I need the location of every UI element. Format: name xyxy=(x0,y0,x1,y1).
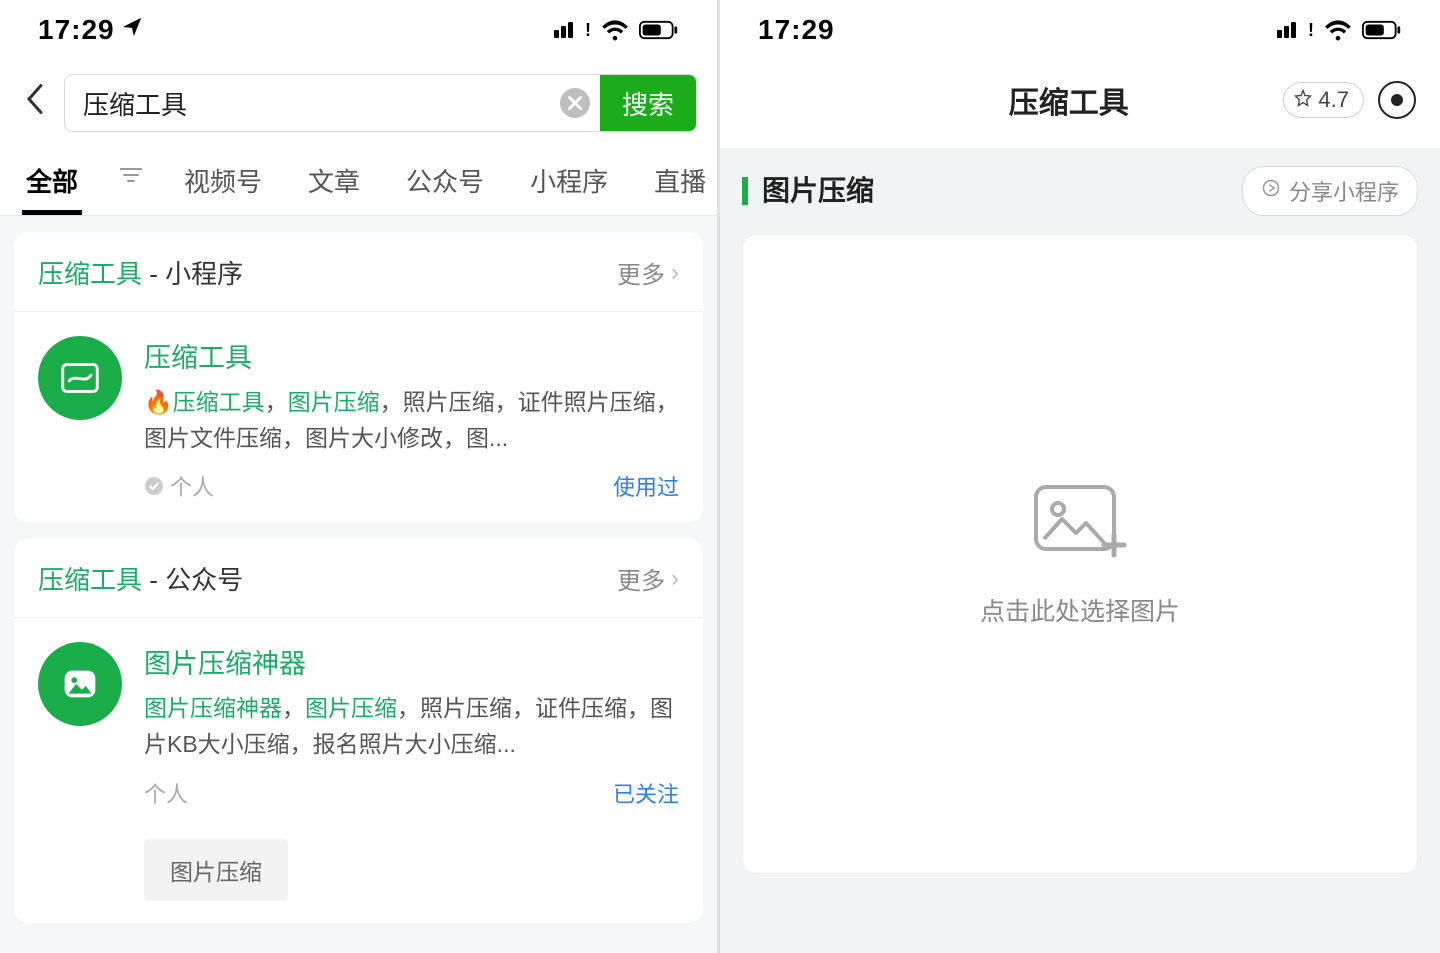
card-keyword: 压缩工具 xyxy=(38,565,142,595)
status-right-icons: ! xyxy=(554,19,679,41)
result-source: 个人 xyxy=(144,777,188,809)
tab-channels[interactable]: 视频号 xyxy=(180,152,266,215)
result-description: 图片压缩神器，图片压缩，照片压缩，证件压缩，图片KB大小压缩，报名照片大小压缩.… xyxy=(144,691,679,762)
result-meta: 个人 使用过 xyxy=(144,470,679,502)
status-right-icons: ! xyxy=(1277,19,1402,41)
filter-icon[interactable] xyxy=(120,164,142,204)
search-button[interactable]: 搜索 xyxy=(600,75,696,131)
share-button[interactable]: 分享小程序 xyxy=(1242,166,1418,216)
followed-badge: 已关注 xyxy=(613,777,679,809)
signal-excl-icon: ! xyxy=(1308,20,1314,41)
dot-icon xyxy=(1391,94,1403,106)
more-link[interactable]: 更多› xyxy=(617,255,679,290)
result-title: 图片压缩神器 xyxy=(144,642,679,681)
status-bar-right: 17:29 ! xyxy=(720,0,1440,60)
card-suffix: - 公众号 xyxy=(142,565,243,595)
chevron-right-icon: › xyxy=(671,565,679,593)
result-card-official: 压缩工具 - 公众号 更多› 图片压缩神器 图片压缩神器，图片压缩，照片压缩，证… xyxy=(14,538,703,922)
back-button[interactable] xyxy=(20,84,50,123)
miniprogram-body: 图片压缩 分享小程序 点击此处选择图片 xyxy=(720,148,1440,892)
wifi-icon xyxy=(601,19,629,41)
clear-input-button[interactable] xyxy=(560,88,590,118)
share-icon xyxy=(1261,178,1281,204)
phone-right-miniprogram: 17:29 ! 压缩工具 4.7 xyxy=(720,0,1440,953)
battery-icon xyxy=(639,20,679,40)
card-header[interactable]: 压缩工具 - 公众号 更多› xyxy=(14,538,703,618)
result-body: 图片压缩神器 图片压缩神器，图片压缩，照片压缩，证件压缩，图片KB大小压缩，报名… xyxy=(144,642,679,808)
tabs-row: 全部 视频号 文章 公众号 小程序 直播 xyxy=(0,146,717,216)
rating-value: 4.7 xyxy=(1318,87,1349,113)
tab-articles[interactable]: 文章 xyxy=(304,152,364,215)
phone-left-search: 17:29 ! 搜索 全部 xyxy=(0,0,720,953)
verified-icon xyxy=(144,476,164,496)
result-source: 个人 xyxy=(144,470,214,502)
share-label: 分享小程序 xyxy=(1289,175,1399,207)
used-badge: 使用过 xyxy=(613,470,679,502)
search-box: 搜索 xyxy=(64,74,697,132)
search-header: 搜索 xyxy=(0,60,717,146)
star-icon xyxy=(1294,87,1312,113)
chevron-right-icon: › xyxy=(671,259,679,287)
card-keyword: 压缩工具 xyxy=(38,259,142,289)
tab-miniprogram[interactable]: 小程序 xyxy=(526,152,612,215)
section-title: 图片压缩 xyxy=(742,177,874,205)
status-time: 17:29 xyxy=(38,14,143,46)
result-card-miniprogram: 压缩工具 - 小程序 更多› 压缩工具 🔥压缩工具，图片压缩，照片压缩，证件照片… xyxy=(14,232,703,522)
rating-pill[interactable]: 4.7 xyxy=(1283,82,1364,118)
tab-live[interactable]: 直播 xyxy=(650,152,710,215)
status-bar-left: 17:29 ! xyxy=(0,0,717,60)
card-header[interactable]: 压缩工具 - 小程序 更多› xyxy=(14,232,703,312)
result-title: 压缩工具 xyxy=(144,336,679,375)
signal-icon xyxy=(554,22,573,38)
signal-icon xyxy=(1277,22,1296,38)
miniprogram-title: 压缩工具 xyxy=(854,78,1283,122)
miniprogram-header: 压缩工具 4.7 xyxy=(720,60,1440,148)
app-icon xyxy=(38,642,122,726)
signal-excl-icon: ! xyxy=(585,20,591,41)
result-description: 🔥压缩工具，图片压缩，照片压缩，证件照片压缩，图片文件压缩，图片大小修改，图..… xyxy=(144,385,679,456)
search-result-item[interactable]: 图片压缩神器 图片压缩神器，图片压缩，照片压缩，证件压缩，图片KB大小压缩，报名… xyxy=(14,618,703,828)
related-chip[interactable]: 图片压缩 xyxy=(144,839,288,901)
result-meta: 个人 已关注 xyxy=(144,777,679,809)
card-title: 压缩工具 - 小程序 xyxy=(38,254,243,291)
tab-official[interactable]: 公众号 xyxy=(402,152,488,215)
card-suffix: - 小程序 xyxy=(142,259,243,289)
tab-all[interactable]: 全部 xyxy=(22,152,82,215)
section-header-row: 图片压缩 分享小程序 xyxy=(742,166,1418,216)
header-actions: 4.7 xyxy=(1283,81,1416,119)
more-link[interactable]: 更多› xyxy=(617,561,679,596)
image-placeholder-icon xyxy=(1030,481,1130,566)
result-body: 压缩工具 🔥压缩工具，图片压缩，照片压缩，证件照片压缩，图片文件压缩，图片大小修… xyxy=(144,336,679,502)
app-icon xyxy=(38,336,122,420)
search-input[interactable] xyxy=(65,88,560,119)
location-icon xyxy=(121,16,143,45)
status-time: 17:29 xyxy=(758,14,835,46)
upload-area[interactable]: 点击此处选择图片 xyxy=(742,234,1418,874)
battery-icon xyxy=(1362,20,1402,40)
wifi-icon xyxy=(1324,19,1352,41)
card-title: 压缩工具 - 公众号 xyxy=(38,560,243,597)
capsule-close-button[interactable] xyxy=(1378,81,1416,119)
upload-hint: 点击此处选择图片 xyxy=(980,592,1180,628)
search-result-item[interactable]: 压缩工具 🔥压缩工具，图片压缩，照片压缩，证件照片压缩，图片文件压缩，图片大小修… xyxy=(14,312,703,522)
